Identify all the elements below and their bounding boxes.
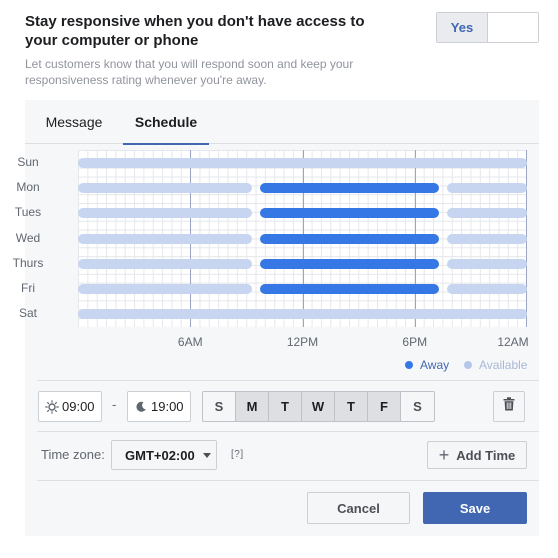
day-label: Fri (21, 281, 35, 296)
day-toggle-button[interactable]: W (302, 392, 335, 421)
available-bar[interactable] (78, 233, 252, 244)
available-bar[interactable] (78, 284, 252, 295)
legend-away: Away (405, 358, 449, 372)
moon-icon (134, 400, 148, 414)
timezone-label: Time zone: (41, 447, 105, 462)
available-bar[interactable] (446, 258, 527, 269)
away-bar[interactable] (259, 233, 439, 244)
day-toggle-button[interactable]: T (269, 392, 302, 421)
day-label: Thurs (12, 255, 44, 270)
available-bar[interactable] (446, 182, 527, 193)
active-tab-indicator (123, 143, 209, 145)
sun-icon (45, 399, 59, 414)
toggle-off-option[interactable] (488, 13, 538, 42)
available-bar[interactable] (446, 208, 527, 219)
tab-schedule-label: Schedule (134, 114, 198, 130)
time-axis-label: 12PM (286, 335, 319, 349)
away-bar[interactable] (259, 182, 439, 193)
day-selector: SMTWTFS (202, 391, 435, 422)
day-label: Sat (18, 306, 37, 321)
header-description: Let customers know that you will respond… (25, 57, 354, 87)
day-label: Mon (16, 179, 40, 194)
end-time-input[interactable]: 19:00 (127, 391, 191, 422)
timezone-value: GMT+02:00 (125, 447, 195, 463)
away-bar[interactable] (259, 208, 439, 219)
day-toggle-button[interactable]: T (335, 392, 368, 421)
legend-available: Available (464, 358, 527, 372)
tab-bar: Message Schedule (25, 100, 539, 145)
time-range-separator: - (112, 397, 117, 412)
away-bar[interactable] (259, 284, 439, 295)
caret-down-icon (202, 452, 211, 458)
save-button[interactable]: Save (423, 492, 527, 524)
day-toggle-button[interactable]: M (236, 392, 269, 421)
day-label: Wed (15, 230, 41, 245)
away-bar[interactable] (259, 258, 439, 269)
available-bar[interactable] (446, 284, 527, 295)
available-bar[interactable] (78, 309, 527, 320)
tab-message[interactable]: Message (45, 100, 103, 144)
day-label: Sun (17, 154, 39, 169)
trash-icon (503, 397, 515, 416)
cancel-button[interactable]: Cancel (307, 492, 410, 524)
day-toggle-button[interactable]: F (368, 392, 401, 421)
available-bar[interactable] (78, 157, 527, 168)
legend-away-label: Away (420, 358, 450, 372)
away-toggle[interactable]: Yes (436, 12, 539, 43)
time-axis-label: 12AM (497, 335, 529, 349)
header-title: Stay responsive when you don't have acce… (25, 13, 365, 49)
add-time-button[interactable]: + Add Time (427, 441, 527, 469)
day-label: Tues (14, 205, 42, 220)
divider (37, 380, 539, 381)
start-time-input[interactable]: 09:00 (38, 391, 102, 422)
legend-away-dot (405, 361, 413, 369)
tab-schedule[interactable]: Schedule (123, 100, 209, 145)
add-time-label: Add Time (456, 447, 516, 463)
plus-icon: + (438, 445, 450, 465)
time-axis-label: 6AM (177, 335, 203, 349)
time-axis-label: 6PM (402, 335, 428, 349)
end-time-value: 19:00 (151, 399, 184, 414)
available-bar[interactable] (78, 208, 252, 219)
legend-available-dot (464, 361, 472, 369)
legend-available-label: Available (479, 358, 528, 372)
start-time-value: 09:00 (62, 399, 95, 414)
day-toggle-button[interactable]: S (401, 392, 434, 421)
divider (37, 431, 539, 432)
timezone-help-link[interactable]: [?] (231, 449, 244, 460)
timezone-select[interactable]: GMT+02:00 (111, 440, 217, 470)
toggle-yes-option[interactable]: Yes (437, 13, 488, 42)
available-bar[interactable] (78, 258, 252, 269)
available-bar[interactable] (446, 233, 527, 244)
divider (37, 480, 539, 481)
available-bar[interactable] (78, 182, 252, 193)
day-toggle-button[interactable]: S (203, 392, 236, 421)
delete-time-button[interactable] (493, 391, 525, 422)
